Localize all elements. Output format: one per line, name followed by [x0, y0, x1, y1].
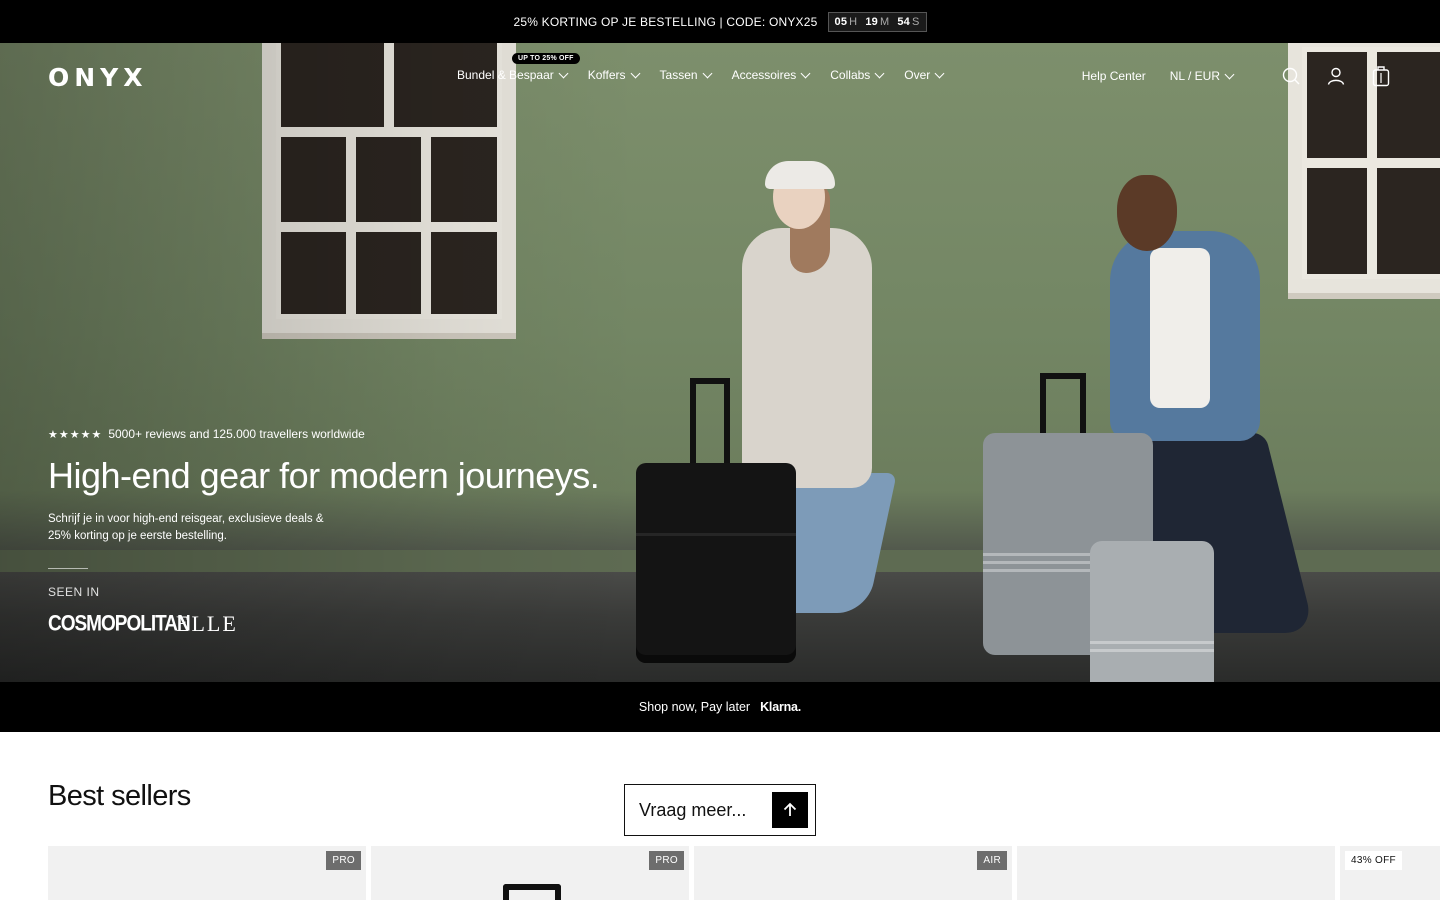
hero-title: High-end gear for modern journeys.: [48, 455, 600, 496]
elle-logo: ELLE: [176, 611, 238, 636]
nav-label: Over: [904, 68, 931, 82]
locale-label: NL / EUR: [1169, 69, 1220, 83]
chevron-down-icon: [1224, 69, 1235, 80]
nav-over[interactable]: Over: [904, 68, 945, 82]
header-actions: Help Center NL / EUR: [1082, 61, 1392, 91]
nav-bundel-bespaar[interactable]: Bundel & Bespaar UP TO 25% OFF: [457, 53, 580, 82]
arrow-up-icon: [783, 802, 797, 816]
nav-accessoires[interactable]: Accessoires: [731, 68, 811, 82]
account-icon[interactable]: [1325, 61, 1347, 91]
nav-label: Accessoires: [731, 68, 797, 82]
hero-subtitle: Schrijf je in voor high-end reisgear, ex…: [48, 513, 324, 542]
suitcase-black: [636, 463, 796, 663]
countdown-minutes-unit: M: [879, 15, 890, 28]
chevron-down-icon: [558, 68, 569, 79]
product-card[interactable]: 43% OFF: [1340, 846, 1440, 900]
promo-badge: UP TO 25% OFF: [512, 53, 580, 64]
announcement-bar: 25% KORTING OP JE BESTELLING | CODE: ONY…: [0, 0, 1440, 43]
countdown-timer: 05 H 19 M 54 S: [827, 11, 927, 32]
product-card[interactable]: PRO: [48, 846, 366, 900]
countdown-minutes: 19: [865, 15, 878, 28]
nav-tassen[interactable]: Tassen: [659, 68, 713, 82]
chevron-down-icon: [874, 68, 885, 79]
product-card[interactable]: [1017, 846, 1335, 900]
product-card[interactable]: AIR: [694, 846, 1012, 900]
product-tag: AIR: [977, 851, 1007, 870]
chevron-down-icon: [800, 68, 811, 79]
nav-label: Collabs: [830, 68, 871, 82]
hero-rating: ★★★★★ 5000+ reviews and 125.000 travelle…: [48, 427, 365, 441]
nav-label: Bundel & Bespaar: [457, 68, 554, 82]
bag-icon[interactable]: [1370, 61, 1392, 91]
product-grid: PRO PRO AIR 43% OFF: [48, 846, 1440, 900]
chevron-down-icon: [702, 68, 713, 79]
countdown-seconds: 54: [897, 15, 910, 28]
divider: [48, 568, 88, 569]
discount-tag: 43% OFF: [1345, 851, 1402, 870]
countdown-seconds-unit: S: [911, 15, 920, 28]
arrow-up-button[interactable]: [772, 792, 808, 828]
countdown-hours-unit: H: [849, 15, 858, 28]
seen-in-label: SEEN IN: [48, 585, 100, 599]
search-icon[interactable]: [1280, 61, 1302, 91]
product-tag: PRO: [649, 851, 684, 870]
ask-more-widget[interactable]: Vraag meer...: [624, 784, 816, 836]
product-tag: PRO: [326, 851, 361, 870]
countdown-hours: 05: [834, 15, 848, 28]
onyx-logo[interactable]: ONYX: [48, 63, 148, 92]
product-card[interactable]: PRO: [371, 846, 689, 900]
nav-collabs[interactable]: Collabs: [830, 68, 885, 82]
site-header: ONYX Bundel & Bespaar UP TO 25% OFF Koff…: [0, 43, 1440, 109]
help-center-link[interactable]: Help Center: [1082, 69, 1146, 83]
klarna-text: Shop now, Pay later: [638, 700, 751, 714]
suitcase-grey-small: [1090, 541, 1214, 682]
nav-koffers[interactable]: Koffers: [587, 68, 640, 82]
ask-more-label: Vraag meer...: [639, 799, 747, 820]
hero-image: [0, 43, 1440, 682]
announcement-text: 25% KORTING OP JE BESTELLING | CODE: ONY…: [513, 14, 818, 29]
chevron-down-icon: [630, 68, 640, 79]
klarna-bar: Shop now, Pay later Klarna.: [0, 682, 1440, 732]
cosmopolitan-logo: COSMOPOLITAN: [48, 612, 191, 637]
chevron-down-icon: [934, 68, 945, 79]
nav-label: Tassen: [659, 68, 698, 82]
rating-text: 5000+ reviews and 125.000 travellers wor…: [108, 427, 365, 441]
klarna-logo: Klarna.: [760, 700, 802, 714]
locale-selector[interactable]: NL / EUR: [1169, 69, 1235, 83]
best-sellers-title: Best sellers: [48, 780, 191, 812]
nav-label: Koffers: [587, 68, 626, 82]
suitcase-handle-image: [503, 884, 561, 900]
main-nav: Bundel & Bespaar UP TO 25% OFF Koffers T…: [457, 53, 964, 82]
stars-icon: ★★★★★: [48, 428, 103, 441]
